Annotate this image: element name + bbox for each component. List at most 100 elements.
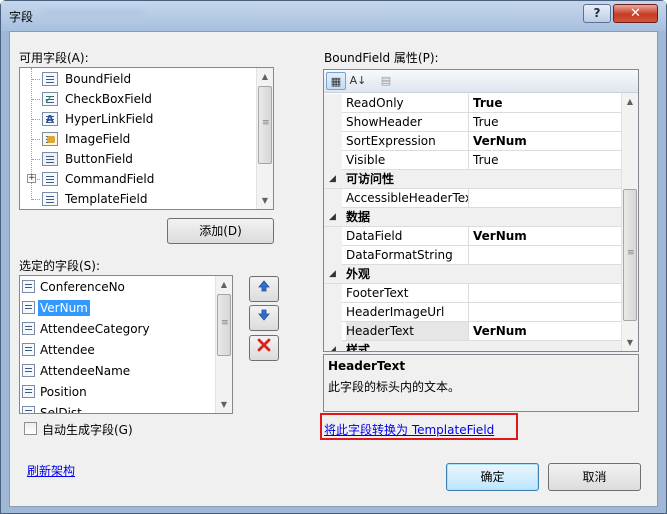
property-grid[interactable]: ▦ A↓ ▤ ReadOnly True ShowHeader True SortExp… — [323, 69, 639, 352]
property-name: AccessibleHeaderText — [346, 189, 469, 207]
tree-connector — [32, 139, 40, 140]
property-value[interactable]: True — [473, 94, 618, 112]
property-category[interactable]: ◢ 数据 — [324, 208, 621, 227]
expand-icon[interactable]: + — [27, 174, 36, 183]
row-margin — [324, 227, 342, 246]
property-value[interactable] — [473, 303, 618, 321]
scroll-thumb[interactable] — [258, 86, 272, 164]
refresh-schema-link[interactable]: 刷新架构 — [27, 462, 75, 479]
list-item-label: Position — [40, 385, 87, 399]
tree-item-label: BoundField — [65, 72, 132, 86]
delete-button[interactable] — [249, 335, 279, 361]
tree-item-label: HyperLinkField — [65, 112, 154, 126]
selected-fields-list[interactable]: ConferenceNo VerNum AttendeeCategory Attend… — [19, 275, 233, 414]
list-item[interactable]: Position — [22, 382, 89, 403]
property-row[interactable]: HeaderImageUrl — [324, 303, 621, 322]
tree-item[interactable]: + CommandField — [20, 169, 256, 189]
list-item-label: AttendeeName — [40, 364, 131, 378]
property-pages-icon[interactable]: ▤ — [376, 72, 396, 90]
property-value[interactable]: True — [473, 151, 618, 169]
property-name: FooterText — [346, 284, 469, 302]
scroll-up-arrow-icon[interactable]: ▲ — [257, 68, 273, 85]
scroll-down-arrow-icon[interactable]: ▼ — [216, 396, 232, 413]
property-row[interactable]: ShowHeader True — [324, 113, 621, 132]
tree-item[interactable]: ButtonField — [20, 149, 256, 169]
auto-generate-label: 自动生成字段(G) — [42, 423, 133, 437]
command-field-icon — [42, 172, 58, 186]
available-fields-tree[interactable]: BoundField CheckBoxField HyperLinkField Ima… — [19, 67, 274, 210]
tree-item-label: ButtonField — [65, 152, 133, 166]
bound-field-icon — [22, 301, 35, 314]
property-row[interactable]: DataField VerNum — [324, 227, 621, 246]
property-value[interactable] — [473, 189, 618, 207]
property-grid-scrollbar[interactable]: ▲ ▼ — [621, 93, 638, 351]
bound-field-icon — [22, 406, 35, 413]
list-item[interactable]: AttendeeName — [22, 361, 132, 382]
row-margin — [324, 322, 342, 341]
property-description-panel: HeaderText 此字段的标头内的文本。 — [323, 354, 639, 412]
available-fields-label: 可用字段(A): — [19, 51, 89, 65]
collapse-icon[interactable]: ◢ — [329, 265, 336, 284]
scroll-thumb[interactable] — [623, 189, 637, 321]
available-fields-scrollbar[interactable]: ▲ ▼ — [256, 68, 273, 209]
bound-field-icon — [22, 385, 35, 398]
property-category[interactable]: ◢ 样式 — [324, 341, 621, 352]
move-up-button[interactable] — [249, 276, 279, 302]
list-item[interactable]: SelDist — [22, 403, 84, 413]
property-category[interactable]: ◢ 可访问性 — [324, 170, 621, 189]
property-value[interactable] — [473, 246, 618, 264]
property-row[interactable]: FooterText — [324, 284, 621, 303]
move-down-button[interactable] — [249, 305, 279, 331]
list-item[interactable]: Attendee — [22, 340, 97, 361]
property-value[interactable] — [473, 284, 618, 302]
scroll-down-arrow-icon[interactable]: ▼ — [622, 334, 638, 351]
cancel-button[interactable]: 取消 — [548, 463, 641, 491]
add-button[interactable]: 添加(D) — [167, 218, 274, 244]
property-value[interactable]: VerNum — [473, 322, 618, 340]
property-value[interactable]: True — [473, 113, 618, 131]
property-value[interactable]: VerNum — [473, 132, 618, 150]
close-button[interactable]: ✕ — [613, 4, 658, 23]
property-category[interactable]: ◢ 外观 — [324, 265, 621, 284]
tree-item[interactable]: BoundField — [20, 69, 256, 89]
category-label: 样式 — [346, 343, 371, 352]
collapse-icon[interactable]: ◢ — [329, 208, 336, 227]
selected-fields-scrollbar[interactable]: ▲ ▼ — [215, 276, 232, 413]
help-button[interactable]: ? — [583, 4, 611, 23]
ok-button[interactable]: 确定 — [446, 463, 539, 491]
list-item[interactable]: ConferenceNo — [22, 277, 127, 298]
list-item[interactable]: AttendeeCategory — [22, 319, 152, 340]
convert-to-templatefield-link[interactable]: 将此字段转换为 TemplateField — [324, 421, 494, 438]
property-name: SortExpression — [346, 132, 469, 150]
property-row[interactable]: DataFormatString — [324, 246, 621, 265]
list-item-label: Attendee — [40, 343, 95, 357]
property-row[interactable]: HeaderText VerNum — [324, 322, 621, 341]
scroll-up-arrow-icon[interactable]: ▲ — [622, 93, 638, 110]
auto-generate-checkbox[interactable] — [24, 422, 37, 435]
property-row[interactable]: SortExpression VerNum — [324, 132, 621, 151]
title-bar: 字段 ? ✕ — [1, 1, 666, 31]
checkbox-field-icon — [42, 90, 58, 110]
row-margin — [324, 132, 342, 151]
property-row[interactable]: ReadOnly True — [324, 94, 621, 113]
tree-item[interactable]: HyperLinkField — [20, 109, 256, 130]
collapse-icon[interactable]: ◢ — [329, 341, 336, 351]
tree-item-label: CommandField — [65, 172, 155, 186]
collapse-icon[interactable]: ◢ — [329, 170, 336, 189]
scroll-down-arrow-icon[interactable]: ▼ — [257, 192, 273, 209]
scroll-up-arrow-icon[interactable]: ▲ — [216, 276, 232, 293]
property-row[interactable]: Visible True — [324, 151, 621, 170]
list-item[interactable]: VerNum — [22, 298, 90, 319]
arrow-down-icon — [258, 309, 270, 321]
property-row[interactable]: AccessibleHeaderText — [324, 189, 621, 208]
scroll-thumb[interactable] — [217, 294, 231, 356]
property-value[interactable]: VerNum — [473, 227, 618, 245]
tree-item[interactable]: ImageField — [20, 129, 256, 149]
list-item-label: VerNum — [38, 300, 90, 316]
alphabetical-icon[interactable]: A↓ — [348, 72, 368, 90]
row-margin — [324, 151, 342, 170]
categorized-icon[interactable]: ▦ — [326, 72, 346, 90]
tree-item[interactable]: TemplateField — [20, 189, 256, 209]
tree-item[interactable]: CheckBoxField — [20, 89, 256, 110]
property-name: HeaderImageUrl — [346, 303, 469, 321]
